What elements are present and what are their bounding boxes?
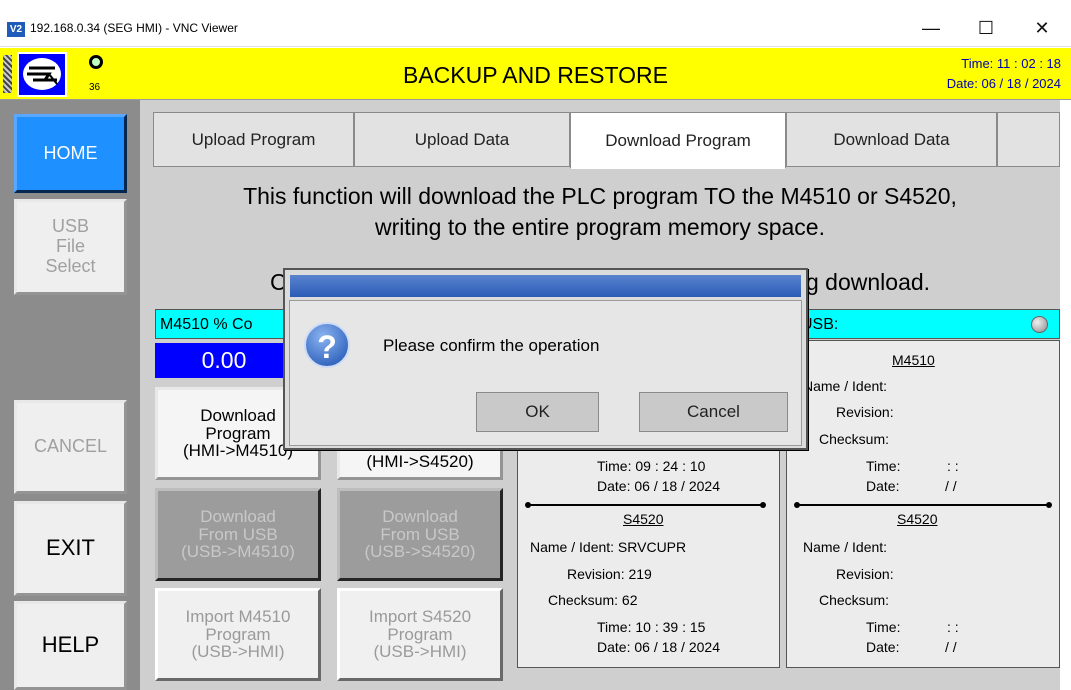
separator-dot-icon [1046, 502, 1052, 508]
header-time: Time: 11 : 02 : 18 [961, 56, 1061, 71]
usb-m4510-revision: Revision: [836, 404, 894, 420]
m4510-progress-value: 0.00 [155, 343, 293, 378]
usb-s4520-title: S4520 [897, 511, 938, 527]
home-button[interactable]: HOME [14, 114, 127, 193]
dialog-ok-button[interactable]: OK [476, 392, 599, 432]
usb-m4510-checksum: Checksum: [819, 431, 890, 447]
tab-upload-data[interactable]: Upload Data [354, 112, 570, 167]
hmi-s4520-title: S4520 [623, 511, 664, 527]
separator-dot-icon [794, 502, 800, 508]
download-usb-s4520-button[interactable]: Download From USB (USB->S4520) [337, 488, 503, 581]
window-title: 192.168.0.34 (SEG HMI) - VNC Viewer [30, 21, 238, 35]
page-title: BACKUP AND RESTORE [402, 62, 668, 88]
usb-m4510-title: M4510 [892, 352, 935, 368]
dialog-titlebar[interactable] [290, 275, 801, 297]
separator-dot-icon [760, 502, 766, 508]
help-button[interactable]: HELP [14, 601, 127, 690]
usb-status-led-icon [1031, 316, 1048, 333]
usb-s4520-date-label: Date: [866, 639, 900, 655]
dialog-message: Please confirm the operation [383, 336, 600, 355]
question-icon: ? [304, 322, 350, 368]
usb-s4520-revision: Revision: [836, 566, 894, 582]
hmi-s4520-revision: Revision: 219 [567, 566, 652, 582]
exit-button[interactable]: EXIT [14, 501, 127, 596]
m4510-progress-label: M4510 % Co [155, 309, 293, 339]
hmi-m4510-date: Date: 06 / 18 / 2024 [597, 478, 720, 494]
usb-s4520-name: Name / Ident: [803, 539, 888, 555]
minimize-button[interactable]: — [908, 10, 954, 46]
dialog-cancel-button[interactable]: Cancel [639, 392, 788, 432]
download-usb-m4510-button[interactable]: Download From USB (USB->M4510) [155, 488, 321, 581]
usb-file-select-button[interactable]: USB File Select [14, 199, 127, 295]
hmi-s4520-time: Time: 10 : 39 : 15 [597, 619, 706, 635]
maximize-button[interactable]: ☐ [963, 10, 1009, 46]
instruction-line-1: This function will download the PLC prog… [243, 183, 957, 209]
hmi-m4510-time: Time: 09 : 24 : 10 [597, 458, 706, 474]
usb-m4510-time-label: Time: [866, 458, 901, 474]
import-m4510-button[interactable]: Import M4510 Program (USB->HMI) [155, 588, 321, 681]
usb-s4520-date-value: / / [945, 639, 957, 655]
usb-status-label: USB: [796, 309, 1060, 339]
tab-download-program[interactable]: Download Program [570, 112, 786, 169]
instruction-line-2: writing to the entire program memory spa… [375, 214, 825, 240]
tab-upload-program[interactable]: Upload Program [153, 112, 354, 167]
instruction-line-3-end: g download. [806, 269, 931, 295]
close-button[interactable]: ✕ [1019, 10, 1065, 46]
cancel-nav-button[interactable]: CANCEL [14, 400, 127, 494]
usb-m4510-time-value: : : [947, 458, 959, 474]
tab-download-data[interactable]: Download Data [786, 112, 997, 167]
separator-dot-icon [525, 502, 531, 508]
import-s4520-button[interactable]: Import S4520 Program (USB->HMI) [337, 588, 503, 681]
usb-m4510-name: Name / Ident: [803, 378, 888, 394]
usb-s4520-time-value: : : [947, 619, 959, 635]
usb-separator [797, 504, 1049, 506]
hmi-s4520-checksum: Checksum: 62 [548, 592, 638, 608]
vnc-app-icon: V2 [7, 22, 25, 37]
usb-m4510-date-label: Date: [866, 478, 900, 494]
usb-s4520-checksum: Checksum: [819, 592, 890, 608]
tab-strip-filler [997, 112, 1060, 167]
hmi-s4520-date: Date: 06 / 18 / 2024 [597, 639, 720, 655]
usb-s4520-time-label: Time: [866, 619, 901, 635]
hmi-s4520-name: Name / Ident: SRVCUPR [530, 539, 687, 555]
header-date: Date: 06 / 18 / 2024 [946, 76, 1061, 91]
hmi-separator [528, 504, 764, 506]
usb-m4510-date-value: / / [945, 478, 957, 494]
